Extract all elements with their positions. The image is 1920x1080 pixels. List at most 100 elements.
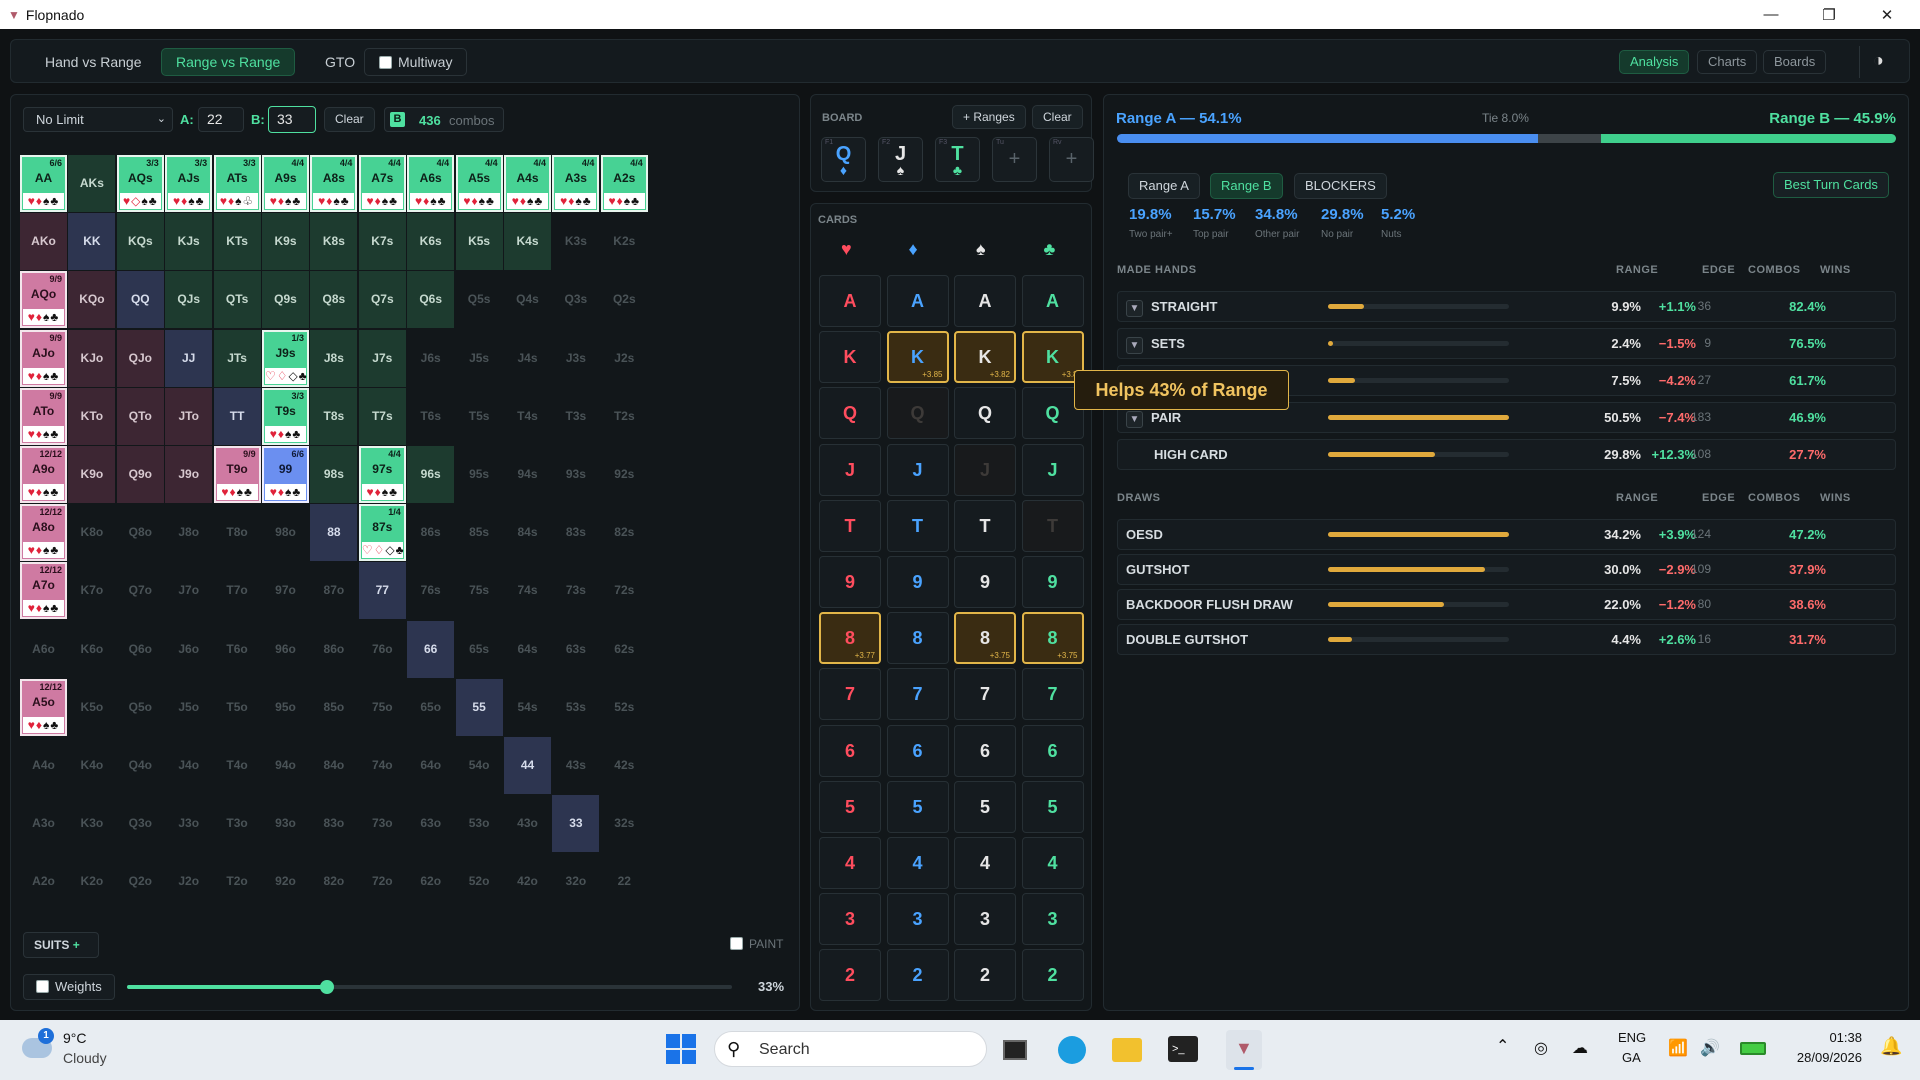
hand-cell-q9o[interactable]: Q9o: [116, 446, 164, 503]
hand-cell-52o[interactable]: 52o: [456, 853, 503, 910]
hand-cell-74o[interactable]: 74o: [359, 737, 406, 794]
suit-selector[interactable]: ♥♦♠♣: [23, 367, 64, 384]
hand-cell-65s[interactable]: 65s: [456, 621, 503, 678]
suit-icon[interactable]: ♣: [341, 194, 350, 208]
hand-cell-ats[interactable]: 3/3 ATs ♥♦♠♧: [213, 155, 261, 212]
hand-cell-j7s[interactable]: J7s: [358, 329, 406, 387]
hand-cell-t4s[interactable]: T4s: [504, 388, 551, 445]
hand-cell-86s[interactable]: 86s: [407, 504, 454, 561]
hand-cell-98s[interactable]: 98s: [310, 446, 358, 503]
hand-cell-65o[interactable]: 65o: [407, 679, 454, 736]
hand-cell-k3s[interactable]: K3s: [552, 213, 599, 270]
hand-cell-95o[interactable]: 95o: [262, 679, 309, 736]
hand-cell-j6o[interactable]: J6o: [165, 621, 212, 678]
hand-cell-kto[interactable]: KTo: [68, 387, 116, 445]
pick-card-9-2[interactable]: 9: [954, 556, 1016, 608]
pick-card-4-0[interactable]: 4: [819, 837, 881, 889]
hand-cell-kjo[interactable]: KJo: [68, 329, 116, 387]
hand-cell-t7s[interactable]: T7s: [358, 387, 406, 445]
suit-selector[interactable]: ♥♦♠♣: [265, 193, 306, 209]
hand-cell-97o[interactable]: 97o: [262, 562, 309, 619]
cloud-offline-icon[interactable]: ☁: [1572, 1038, 1588, 1058]
suit-icon[interactable]: ♥: [512, 194, 520, 208]
hand-cell-54o[interactable]: 54o: [456, 737, 503, 794]
suit-icon[interactable]: ♣: [534, 194, 543, 208]
hand-cell-96o[interactable]: 96o: [262, 621, 309, 678]
suit-icon[interactable]: ♦: [36, 194, 43, 208]
hand-cell-93s[interactable]: 93s: [552, 446, 599, 503]
hand-cell-q9s[interactable]: Q9s: [262, 271, 309, 329]
copilot-icon[interactable]: ◎: [1534, 1038, 1548, 1058]
suit-icon[interactable]: ♦: [229, 485, 236, 499]
hand-cell-k7s[interactable]: K7s: [358, 213, 406, 271]
hand-cell-73s[interactable]: 73s: [552, 562, 599, 619]
suit-selector[interactable]: ♥♦♠♣: [23, 193, 64, 209]
terminal-icon[interactable]: >_: [1168, 1036, 1198, 1062]
hand-cell-82o[interactable]: 82o: [310, 853, 357, 910]
expand-caret-icon[interactable]: ▼: [1126, 411, 1143, 428]
board-slot-3[interactable]: F3 T ♣: [935, 137, 980, 182]
suit-icon[interactable]: ♥: [367, 194, 375, 208]
suit-icon[interactable]: ♣: [438, 194, 447, 208]
suit-icon[interactable]: ♦: [36, 718, 43, 732]
suit-icon[interactable]: ◇: [131, 194, 141, 208]
hand-cell-42s[interactable]: 42s: [601, 737, 648, 794]
hand-cell-72s[interactable]: 72s: [601, 562, 648, 619]
hand-cell-a4s[interactable]: 4/4 A4s ♥♦♠♣: [504, 155, 551, 212]
pick-card-k-0[interactable]: K: [819, 331, 881, 384]
pick-card-5-0[interactable]: 5: [819, 780, 881, 833]
hand-cell-kqs[interactable]: KQs: [116, 213, 164, 271]
stat-row[interactable]: GUTSHOT 30.0% −2.9% 109 37.9%: [1117, 554, 1896, 585]
hand-cell-kqo[interactable]: KQo: [68, 271, 116, 329]
hand-cell-qjs[interactable]: QJs: [165, 271, 213, 329]
suit-icon[interactable]: ♥: [28, 369, 36, 383]
hand-cell-54s[interactable]: 54s: [504, 679, 551, 736]
tab-range-vs-range[interactable]: Range vs Range: [161, 48, 296, 76]
suit-icon[interactable]: ◇: [289, 369, 299, 383]
suit-icon[interactable]: ♣: [50, 543, 59, 557]
hand-cell-t4o[interactable]: T4o: [214, 737, 261, 794]
suit-icon[interactable]: ♠: [575, 194, 582, 208]
battery-icon[interactable]: [1740, 1042, 1766, 1055]
pick-card-a-0[interactable]: A: [819, 275, 881, 327]
suit-selector[interactable]: ♥♦♠♣: [361, 193, 403, 209]
hand-cell-53o[interactable]: 53o: [456, 795, 503, 852]
hand-cell-a9o[interactable]: 12/12 A9o ♥♦♠♣: [20, 446, 67, 503]
clear-range-button[interactable]: Clear: [324, 107, 375, 132]
suit-selector[interactable]: ♥♦♠♣: [23, 716, 64, 733]
hand-cell-j5o[interactable]: J5o: [165, 679, 212, 736]
tab-hand-vs-range[interactable]: Hand vs Range: [31, 48, 156, 76]
hand-cell-a8s[interactable]: 4/4 A8s ♥♦♠♣: [310, 155, 358, 212]
pick-card-6-1[interactable]: 6: [886, 724, 949, 777]
suit-icon[interactable]: ♣: [583, 194, 592, 208]
suit-icon[interactable]: ♥: [28, 485, 36, 499]
stat-row[interactable]: ▼ STRAIGHT 9.9% +1.1% 36 82.4%: [1117, 291, 1896, 322]
suit-selector[interactable]: ♥♦♠♣: [168, 193, 210, 209]
theme-toggle-icon[interactable]: ◑: [1873, 50, 1884, 71]
suit-selector[interactable]: ♡♢◇♣: [265, 367, 308, 384]
hand-cell-j7o[interactable]: J7o: [165, 562, 212, 619]
hand-cell-j8o[interactable]: J8o: [165, 504, 212, 561]
suit-selector[interactable]: ♥♦♠♣: [23, 484, 64, 500]
suit-selector[interactable]: ♥♦♠♣: [410, 193, 452, 209]
hand-cell-a7o[interactable]: 12/12 A7o ♥♦♠♣: [20, 562, 67, 620]
suit-selector[interactable]: ♥♦♠♣: [265, 484, 306, 500]
hand-cell-ako[interactable]: AKo: [20, 213, 67, 271]
suit-icon[interactable]: ♣: [50, 369, 59, 383]
multiway-checkbox[interactable]: [379, 56, 392, 69]
suit-icon[interactable]: ♣: [50, 718, 59, 732]
pick-card-5-2[interactable]: 5: [954, 780, 1016, 833]
suit-selector[interactable]: ♥♦♠♣: [23, 309, 64, 326]
suit-icon[interactable]: ♣: [50, 427, 59, 441]
paint-toggle[interactable]: PAINT: [730, 937, 783, 951]
hand-cell-83s[interactable]: 83s: [552, 504, 599, 561]
hand-cell-aqs[interactable]: 3/3 AQs ♥◇♠♣: [116, 155, 164, 212]
pick-card-4-1[interactable]: 4: [886, 837, 949, 889]
weight-slider-handle[interactable]: [319, 980, 334, 994]
board-slot-5[interactable]: Rv +: [1049, 137, 1094, 182]
suit-icon[interactable]: ♠: [235, 194, 242, 208]
suit-icon[interactable]: ♣: [299, 369, 308, 383]
hand-cell-a6s[interactable]: 4/4 A6s ♥♦♠♣: [407, 155, 455, 212]
suits-button[interactable]: SUITS +: [23, 932, 99, 958]
add-ranges-button[interactable]: + Ranges: [952, 105, 1026, 129]
